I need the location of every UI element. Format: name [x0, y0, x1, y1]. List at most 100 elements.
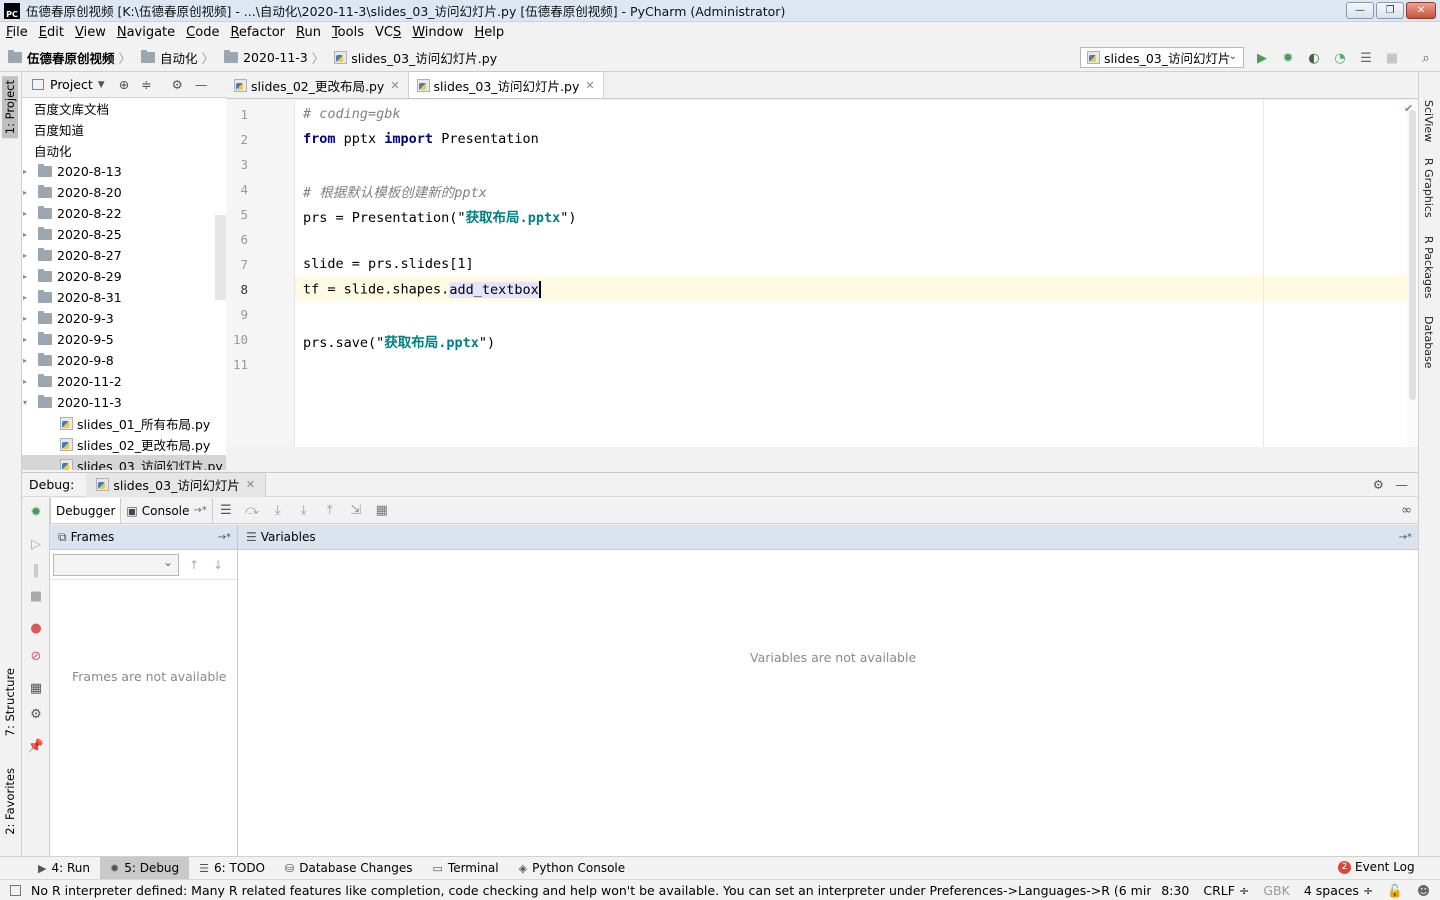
r-packages-tool-tab[interactable]: R Packages — [1422, 236, 1435, 298]
editor-tab[interactable]: slides_02_更改布局.py ✕ — [226, 72, 409, 98]
menu-refactor[interactable]: Refactor — [226, 25, 292, 40]
chevron-right-icon[interactable]: ▸ — [23, 230, 27, 239]
event-log-button[interactable]: 2 Event Log — [1338, 860, 1415, 874]
show-execution-point-icon[interactable]: ☰ — [213, 498, 239, 523]
r-graphics-tool-tab[interactable]: R Graphics — [1422, 158, 1435, 218]
bottom-tool-todo[interactable]: ☰ 6: TODO — [189, 857, 275, 880]
file-encoding[interactable]: GBK — [1263, 883, 1289, 898]
tree-item[interactable]: ▸ 2020-9-3 — [22, 308, 226, 329]
mute-breakpoints-icon[interactable]: ⊘ — [28, 648, 44, 664]
structure-tool-tab[interactable]: 7: Structure — [2, 664, 18, 740]
tree-item[interactable]: ▸ 2020-8-13 — [22, 161, 226, 182]
tree-item[interactable]: ▸ 2020-9-8 — [22, 350, 226, 371]
close-window-button[interactable]: ✕ — [1406, 2, 1436, 19]
hide-panel-icon[interactable]: — — [195, 77, 208, 92]
breadcrumb-subfolder[interactable]: 2020-11-3 〉 — [224, 48, 330, 67]
code-editor[interactable]: # coding=gbk from pptx import Presentati… — [295, 100, 1407, 447]
editor-scrollbar[interactable] — [1407, 100, 1418, 447]
chevron-right-icon[interactable]: ▸ — [23, 356, 27, 365]
chevron-right-icon[interactable]: ▸ — [23, 209, 27, 218]
menu-navigate[interactable]: Navigate — [113, 25, 182, 40]
run-to-cursor-icon[interactable]: ⇲ — [343, 498, 369, 523]
tree-item[interactable]: ▸ 2020-8-27 — [22, 245, 226, 266]
bottom-tool-terminal[interactable]: ▭ Terminal — [423, 857, 509, 880]
close-icon[interactable]: ✕ — [585, 79, 594, 92]
lock-icon[interactable]: 🔓 — [1387, 883, 1403, 899]
step-into-icon[interactable]: ⤓ — [265, 498, 291, 523]
step-into-my-code-icon[interactable]: ⤓ — [291, 498, 317, 523]
stop-icon[interactable]: ■ — [1384, 50, 1400, 66]
restore-button[interactable]: ❐ — [1376, 2, 1404, 19]
pin-tab-icon[interactable]: →* — [1399, 532, 1412, 543]
chevron-right-icon[interactable]: ▸ — [23, 188, 27, 197]
debug-session-tab[interactable]: slides_03_访问幻灯片 ✕ — [86, 472, 267, 497]
pin-icon[interactable]: 📌 — [28, 738, 44, 754]
bottom-tool-debug[interactable]: ✹ 5: Debug — [99, 856, 190, 880]
chevron-down-icon[interactable]: ▾ — [23, 398, 27, 407]
gear-icon[interactable]: ⚙ — [1373, 477, 1384, 492]
tree-item[interactable]: slides_02_更改布局.py — [22, 434, 226, 455]
tree-item[interactable]: ▸ 2020-8-29 — [22, 266, 226, 287]
menu-edit[interactable]: Edit — [35, 25, 71, 40]
tree-item[interactable]: ▸ 2020-11-2 — [22, 371, 226, 392]
breadcrumb-file[interactable]: slides_03_访问幻灯片.py — [334, 48, 497, 67]
tree-item[interactable]: 自动化 — [22, 140, 226, 161]
favorites-tool-tab[interactable]: 2: Favorites — [2, 764, 18, 839]
chevron-right-icon[interactable]: ▸ — [23, 167, 27, 176]
chevron-right-icon[interactable]: ▸ — [23, 293, 27, 302]
view-breakpoints-icon[interactable]: ● — [28, 620, 44, 636]
tree-item[interactable]: 百度文库文档 — [22, 98, 226, 119]
bottom-tool-database-changes[interactable]: ⛁ Database Changes — [275, 857, 423, 880]
step-over-icon[interactable]: ⤼ — [239, 498, 265, 523]
breadcrumb-folder[interactable]: 自动化〉 — [141, 48, 220, 67]
resume-icon[interactable]: ▷ — [28, 536, 44, 552]
gear-icon[interactable]: ⚙ — [172, 77, 183, 92]
run-configuration-select[interactable]: slides_03_访问幻灯片 ⌄ — [1080, 47, 1244, 68]
editor-tab-active[interactable]: slides_03_访问幻灯片.py ✕ — [408, 71, 604, 98]
tree-item[interactable]: ▸ 2020-9-5 — [22, 329, 226, 350]
project-scrollbar[interactable] — [215, 215, 226, 300]
run-icon[interactable]: ▶ — [1254, 50, 1270, 66]
watches-glasses-icon[interactable]: ∞ — [1401, 503, 1412, 518]
chevron-down-icon[interactable]: ▼ — [98, 80, 105, 90]
collapse-all-icon[interactable]: ≑ — [141, 77, 151, 92]
pin-tab-icon[interactable]: →* — [193, 505, 206, 516]
chevron-right-icon[interactable]: ▸ — [23, 251, 27, 260]
debug-icon[interactable]: ✹ — [1280, 50, 1296, 66]
toggle-tool-windows-icon[interactable] — [10, 884, 21, 896]
menu-view[interactable]: View — [71, 25, 113, 40]
stop-icon[interactable]: ■ — [28, 588, 44, 604]
tab-debugger[interactable]: Debugger — [50, 498, 122, 523]
bottom-tool-python-console[interactable]: ◈ Python Console — [509, 857, 636, 880]
arrow-down-icon[interactable]: ↓ — [213, 558, 223, 572]
chevron-right-icon[interactable]: ▸ — [23, 335, 27, 344]
step-out-icon[interactable]: ⤒ — [317, 498, 343, 523]
coverage-icon[interactable]: ◐ — [1306, 50, 1322, 66]
line-separator[interactable]: CRLF ÷ — [1203, 883, 1249, 898]
inspection-ok-icon[interactable]: ✔ — [1404, 102, 1413, 115]
tree-item[interactable]: ▸ 2020-8-22 — [22, 203, 226, 224]
layout-icon[interactable]: ▦ — [28, 680, 44, 696]
tab-console[interactable]: ▣ Console →* — [121, 498, 213, 523]
settings-icon[interactable]: ⚙ — [28, 706, 44, 722]
chevron-right-icon[interactable]: ▸ — [23, 272, 27, 281]
concurrency-icon[interactable]: ☰ — [1358, 50, 1374, 66]
menu-vcs[interactable]: VCS — [371, 25, 408, 40]
tree-item[interactable]: slides_01_所有布局.py — [22, 413, 226, 434]
close-icon[interactable]: ✕ — [390, 79, 399, 92]
chevron-right-icon[interactable]: ▸ — [23, 377, 27, 386]
menu-file[interactable]: File — [2, 25, 35, 40]
tree-item[interactable]: ▸ 2020-8-20 — [22, 182, 226, 203]
hide-panel-icon[interactable]: — — [1396, 477, 1409, 492]
close-icon[interactable]: ✕ — [246, 478, 255, 491]
breadcrumb-project[interactable]: 伍德春原创视频〉 — [8, 48, 137, 67]
pin-tab-icon[interactable]: →* — [218, 532, 231, 543]
arrow-up-icon[interactable]: ↑ — [189, 558, 199, 572]
search-everywhere-icon[interactable]: ⌕ — [1418, 50, 1434, 66]
menu-window[interactable]: Window — [408, 25, 470, 40]
status-message[interactable]: No R interpreter defined: Many R related… — [31, 883, 1151, 898]
tree-item[interactable]: ▾ 2020-11-3 — [22, 392, 226, 413]
menu-run[interactable]: Run — [292, 25, 328, 40]
rerun-debug-icon[interactable]: ✹ — [28, 504, 44, 520]
project-tool-tab[interactable]: 1: Project — [2, 76, 18, 139]
